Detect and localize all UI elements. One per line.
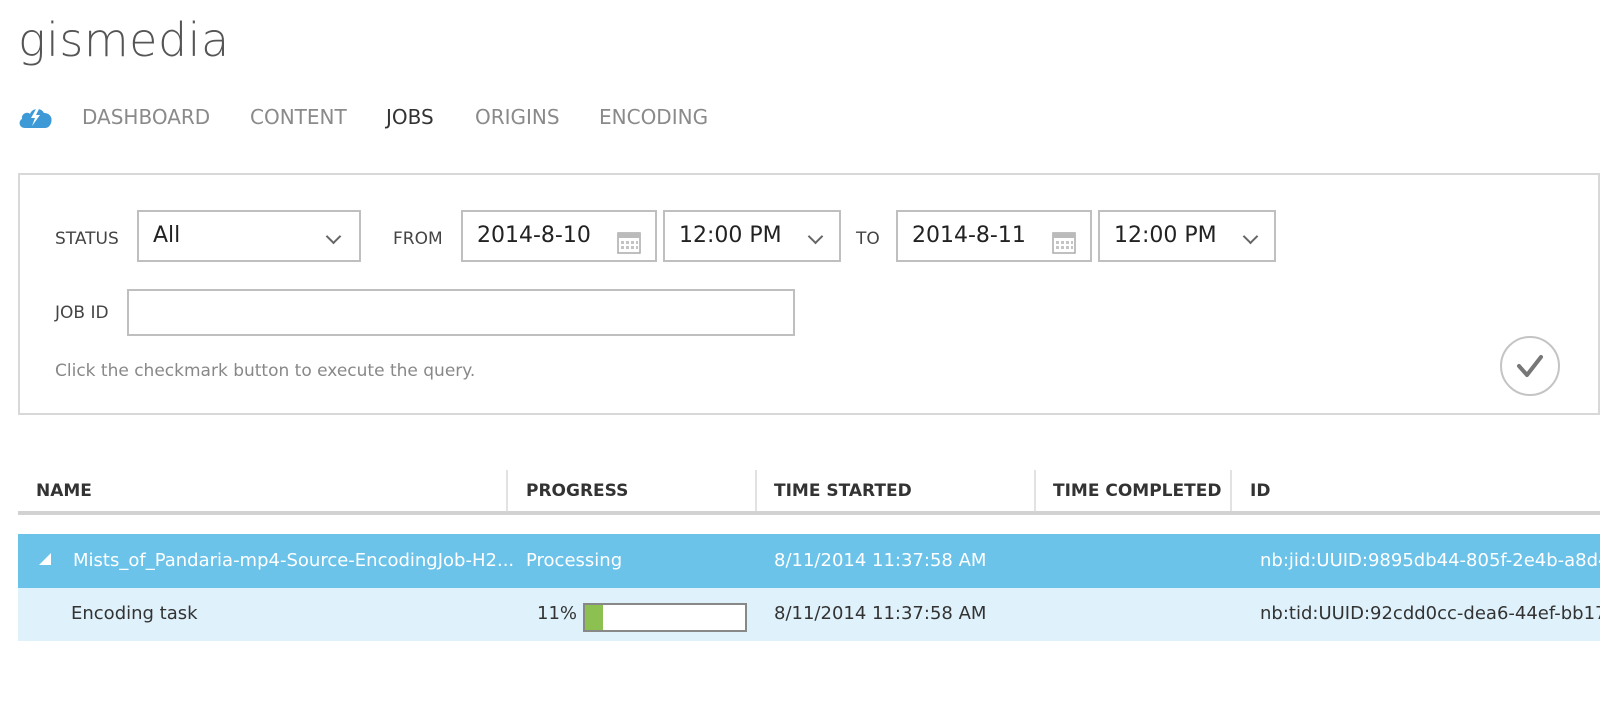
app-title: gismedia — [18, 13, 230, 67]
column-header-name[interactable]: NAME — [36, 480, 92, 502]
job-id-input[interactable] — [127, 289, 795, 336]
task-progress-bar — [583, 603, 747, 632]
chevron-down-icon — [807, 228, 824, 245]
column-separator — [506, 470, 508, 512]
calendar-icon[interactable] — [617, 224, 641, 254]
to-time-select[interactable]: 12:00 PM — [1098, 210, 1276, 262]
header-rule — [18, 511, 1600, 515]
collapse-triangle-icon[interactable] — [38, 550, 52, 572]
chevron-down-icon — [1242, 228, 1259, 245]
status-value: All — [153, 223, 181, 248]
column-header-time-completed[interactable]: TIME COMPLETED — [1053, 480, 1221, 502]
query-hint: Click the checkmark button to execute th… — [55, 361, 476, 381]
nav-content[interactable]: CONTENT — [250, 104, 347, 130]
job-row[interactable]: Mists_of_Pandaria-mp4-Source-EncodingJob… — [18, 534, 1600, 588]
job-name: Mists_of_Pandaria-mp4-Source-EncodingJob… — [73, 550, 515, 571]
to-date-input[interactable]: 2014-8-11 — [896, 210, 1092, 262]
job-time-started: 8/11/2014 11:37:58 AM — [774, 550, 987, 571]
to-label: TO — [856, 229, 880, 249]
cloud-media-icon[interactable] — [17, 104, 53, 130]
column-header-progress[interactable]: PROGRESS — [526, 480, 628, 502]
nav-encoding[interactable]: ENCODING — [599, 104, 708, 130]
status-label: STATUS — [55, 229, 119, 249]
chevron-down-icon — [325, 228, 342, 245]
nav-jobs[interactable]: JOBS — [386, 104, 434, 130]
execute-query-button[interactable] — [1500, 336, 1560, 396]
from-label: FROM — [393, 229, 443, 249]
job-id-label: JOB ID — [55, 303, 109, 323]
status-select[interactable]: All — [137, 210, 361, 262]
column-separator — [1230, 470, 1232, 512]
column-header-id[interactable]: ID — [1250, 480, 1270, 502]
to-date-value: 2014-8-11 — [912, 223, 1026, 248]
nav-dashboard[interactable]: DASHBOARD — [82, 104, 210, 130]
to-time-value: 12:00 PM — [1114, 223, 1217, 248]
column-separator — [755, 470, 757, 512]
job-progress: Processing — [526, 550, 623, 571]
calendar-icon[interactable] — [1052, 224, 1076, 254]
task-progress-fill — [585, 605, 603, 630]
nav-origins[interactable]: ORIGINS — [475, 104, 560, 130]
from-date-value: 2014-8-10 — [477, 223, 591, 248]
task-id: nb:tid:UUID:92cdd0cc-dea6-44ef-bb17-6 — [1260, 603, 1600, 624]
column-header-time-started[interactable]: TIME STARTED — [774, 480, 912, 502]
column-separator — [1034, 470, 1036, 512]
task-time-started: 8/11/2014 11:37:58 AM — [774, 603, 987, 624]
task-progress-label: 11% — [537, 603, 578, 624]
from-time-select[interactable]: 12:00 PM — [663, 210, 841, 262]
task-name: Encoding task — [71, 603, 198, 624]
task-row[interactable]: Encoding task 11% 8/11/2014 11:37:58 AM … — [18, 588, 1600, 641]
checkmark-icon — [1517, 355, 1543, 377]
from-time-value: 12:00 PM — [679, 223, 782, 248]
job-id: nb:jid:UUID:9895db44-805f-2e4b-a8d4-4 — [1260, 550, 1600, 571]
from-date-input[interactable]: 2014-8-10 — [461, 210, 657, 262]
